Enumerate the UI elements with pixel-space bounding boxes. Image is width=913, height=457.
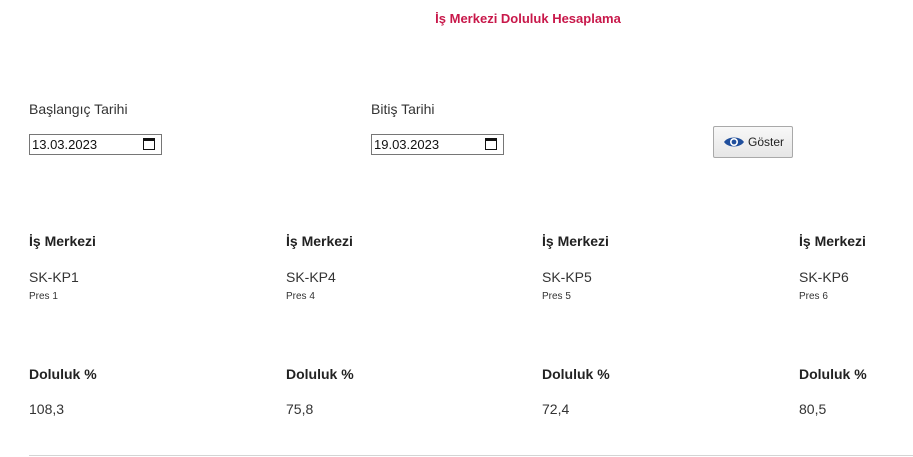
occupancy-heading: Doluluk %: [29, 366, 97, 382]
calendar-icon[interactable]: [485, 138, 497, 150]
work-center-card: İş Merkezi SK-KP6 Pres 6 Doluluk % 80,5: [799, 233, 913, 417]
start-date-input[interactable]: 13.03.2023: [29, 134, 162, 155]
page-title: İş Merkezi Doluluk Hesaplama: [435, 11, 621, 26]
work-center-code: SK-KP4: [286, 269, 336, 285]
work-center-name: Pres 6: [799, 291, 828, 302]
show-button-label: Göster: [748, 135, 785, 149]
work-center-name: Pres 5: [542, 291, 571, 302]
work-center-card: İş Merkezi SK-KP4 Pres 4 Doluluk % 75,8: [286, 233, 526, 417]
end-date-label: Bitiş Tarihi: [371, 101, 435, 117]
start-date-label: Başlangıç Tarihi: [29, 101, 128, 117]
end-date-group: Bitiş Tarihi 19.03.2023: [371, 101, 504, 155]
end-date-input[interactable]: 19.03.2023: [371, 134, 504, 155]
work-center-heading: İş Merkezi: [29, 233, 96, 249]
work-center-code: SK-KP6: [799, 269, 849, 285]
work-center-heading: İş Merkezi: [542, 233, 609, 249]
occupancy-heading: Doluluk %: [286, 366, 354, 382]
work-center-heading: İş Merkezi: [799, 233, 866, 249]
start-date-value: 13.03.2023: [32, 137, 98, 152]
work-center-card: İş Merkezi SK-KP5 Pres 5 Doluluk % 72,4: [542, 233, 782, 417]
occupancy-value: 72,4: [542, 401, 570, 417]
show-button[interactable]: Göster: [713, 126, 793, 158]
occupancy-value: 80,5: [799, 401, 827, 417]
divider: [29, 455, 913, 456]
page: İş Merkezi Doluluk Hesaplama Başlangıç T…: [0, 0, 913, 457]
occupancy-value: 108,3: [29, 401, 65, 417]
start-date-group: Başlangıç Tarihi 13.03.2023: [29, 101, 162, 155]
occupancy-heading: Doluluk %: [542, 366, 610, 382]
work-center-card: İş Merkezi SK-KP1 Pres 1 Doluluk % 108,3: [29, 233, 269, 417]
work-center-code: SK-KP5: [542, 269, 592, 285]
occupancy-value: 75,8: [286, 401, 314, 417]
work-center-name: Pres 1: [29, 291, 58, 302]
eye-icon: [724, 137, 744, 147]
work-center-heading: İş Merkezi: [286, 233, 353, 249]
end-date-value: 19.03.2023: [374, 137, 440, 152]
occupancy-heading: Doluluk %: [799, 366, 867, 382]
calendar-icon[interactable]: [143, 138, 155, 150]
work-center-name: Pres 4: [286, 291, 315, 302]
work-center-code: SK-KP1: [29, 269, 79, 285]
